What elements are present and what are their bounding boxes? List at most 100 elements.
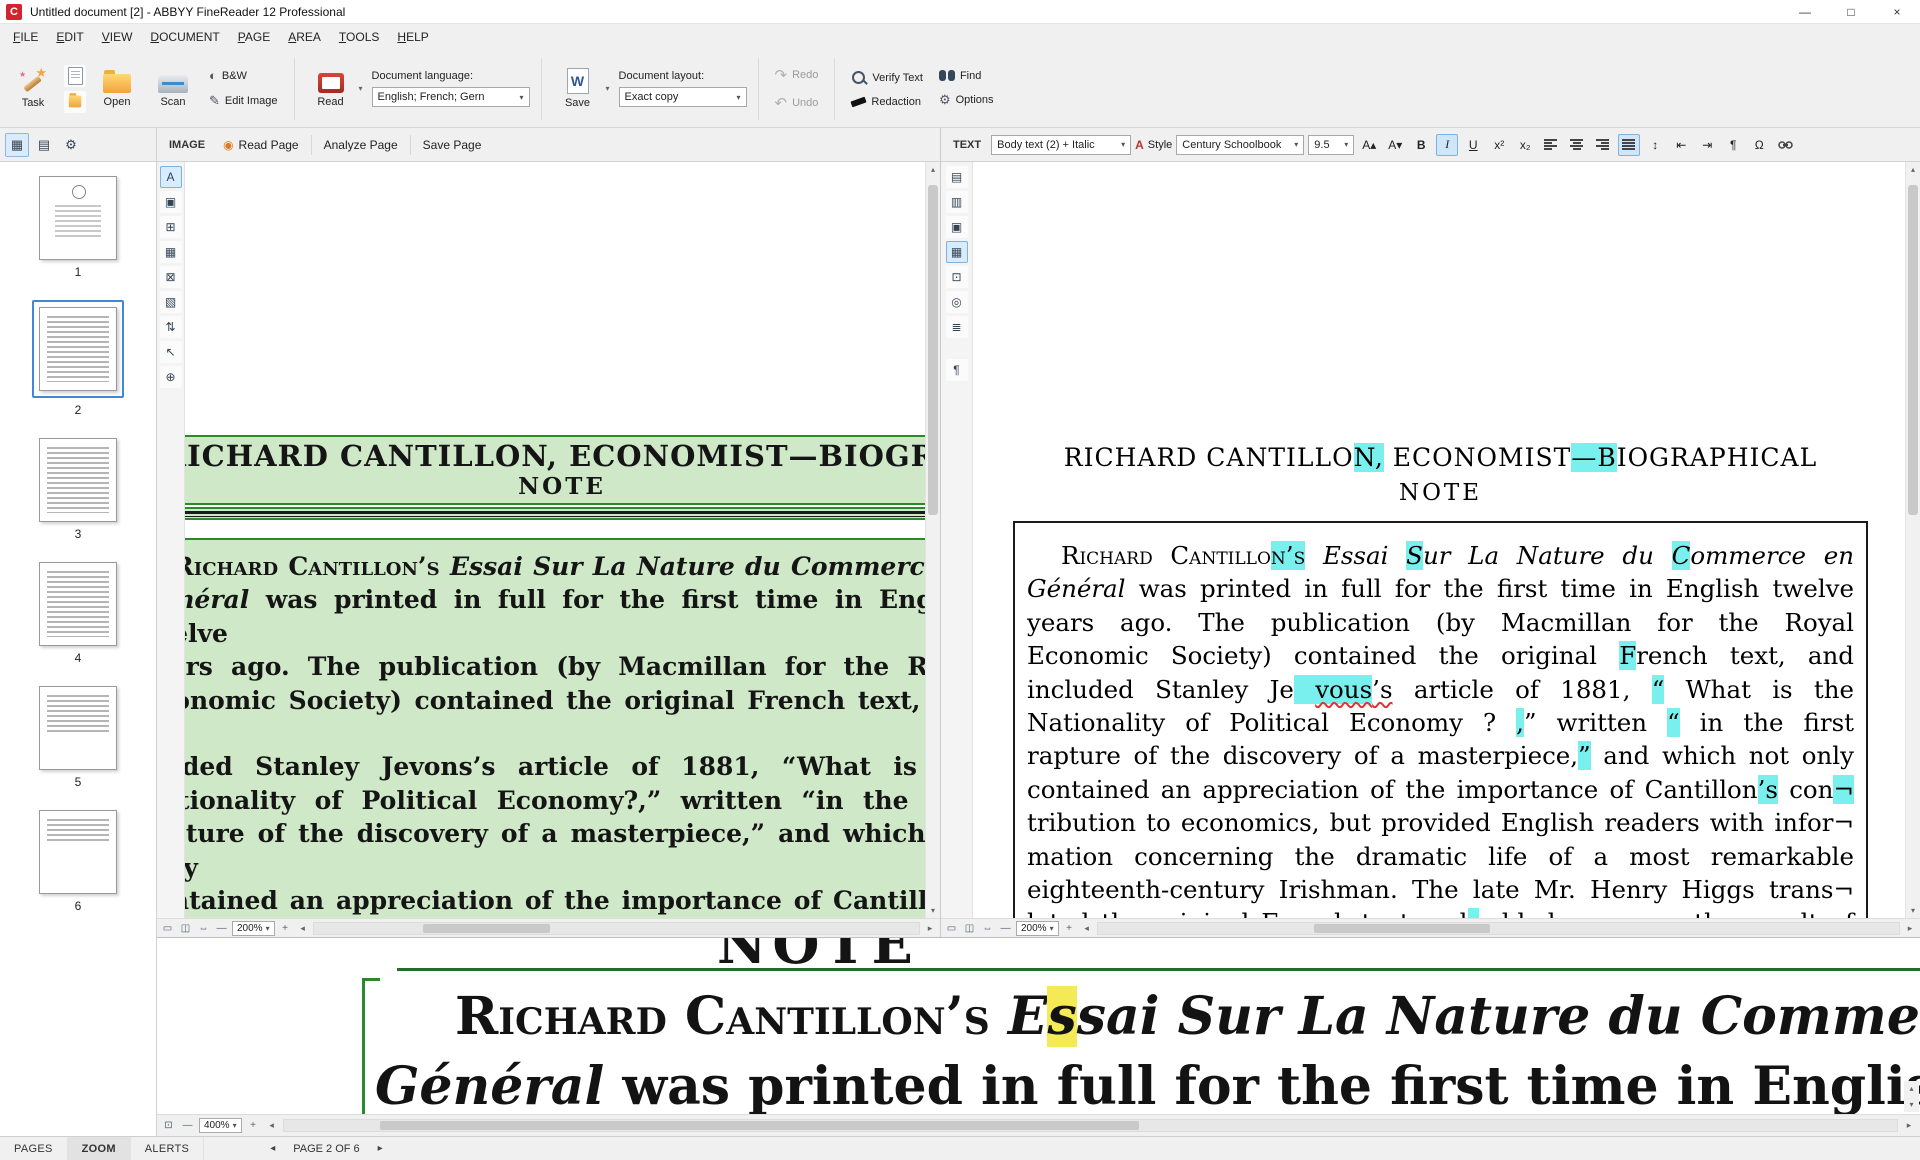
subscript-button[interactable]: x₂	[1514, 134, 1536, 156]
read-page-button[interactable]: ◉ Read Page	[215, 134, 307, 156]
line-spacing-button[interactable]: ↕	[1644, 134, 1666, 156]
zoom-in-button[interactable]: +	[1062, 923, 1077, 934]
decrease-font-button[interactable]: A▾	[1384, 134, 1406, 156]
scroll-right-icon[interactable]: ▸	[923, 923, 937, 934]
image-area-tool[interactable]: ▣	[160, 191, 182, 213]
ocr-paragraph-block[interactable]: Richard Cantillon’s Essai Sur La Nature …	[1013, 521, 1868, 918]
scroll-left-icon[interactable]: ◂	[1080, 923, 1094, 934]
rule-region[interactable]	[185, 507, 925, 520]
text-area-tool[interactable]: A	[160, 166, 182, 188]
zoom-level-select[interactable]: 400% ▾	[199, 1118, 242, 1133]
thumbnail-image[interactable]	[39, 176, 117, 260]
new-document-button[interactable]	[64, 65, 86, 87]
thumbnail-image[interactable]	[39, 307, 117, 391]
special-character-button[interactable]: Ω	[1748, 134, 1770, 156]
reorder-tool[interactable]: ⇅	[160, 316, 182, 338]
scroll-down-icon[interactable]: ▾	[926, 903, 941, 918]
redaction-button[interactable]: Redaction	[846, 93, 928, 111]
scanned-page-canvas[interactable]: RICHARD CANTILLON, ECONOMIST—BIOGRAPHICA…	[185, 162, 925, 918]
menu-page[interactable]: PAGE	[229, 26, 279, 48]
page-view-icon[interactable]: ▥	[946, 191, 968, 213]
previous-page-button[interactable]: ◂	[264, 1143, 281, 1154]
minimize-button[interactable]: —	[1782, 0, 1828, 24]
show-formatting-marks-icon[interactable]: ¶	[946, 359, 968, 381]
superscript-button[interactable]: x²	[1488, 134, 1510, 156]
horizontal-scroll-track[interactable]	[313, 922, 920, 935]
fit-width-icon[interactable]: ◫	[962, 923, 977, 934]
undo-button[interactable]: ↶ Undo	[770, 91, 824, 115]
thumbnail-view-button[interactable]: ▦	[5, 133, 29, 157]
delete-area-tool[interactable]: ⊠	[160, 266, 182, 288]
read-button[interactable]: Read	[306, 55, 356, 123]
scroll-up-icon[interactable]: ▴	[1904, 1081, 1919, 1096]
page-thumbnail-4[interactable]: 4	[39, 562, 117, 665]
thumbnail-image[interactable]	[39, 686, 117, 770]
page-settings-button[interactable]: ⚙	[59, 133, 83, 157]
bold-button[interactable]: B	[1410, 134, 1432, 156]
properties-list-icon[interactable]: ≣	[946, 316, 968, 338]
scroll-thumb[interactable]	[1314, 924, 1490, 933]
scroll-left-icon[interactable]: ◂	[296, 923, 310, 934]
verify-text-button[interactable]: Verify Text	[846, 67, 928, 89]
page-thumbnail-6[interactable]: 6	[39, 810, 117, 913]
page-thumbnail-2-selected[interactable]: 2	[32, 300, 124, 417]
font-name-select[interactable]: Century Schoolbook ▾	[1176, 135, 1304, 155]
align-right-button[interactable]	[1592, 134, 1614, 156]
alerts-tab[interactable]: ALERTS	[131, 1137, 204, 1160]
analyze-page-button[interactable]: Analyze Page	[316, 134, 406, 156]
edit-image-button[interactable]: ✎ Edit Image	[204, 90, 283, 112]
zoom-source-icon[interactable]: ⊡	[161, 1120, 176, 1131]
select-tool[interactable]: ↖	[160, 341, 182, 363]
increase-font-button[interactable]: A▴	[1358, 134, 1380, 156]
read-dropdown-arrow[interactable]: ▾	[356, 84, 366, 93]
image-zoom-select[interactable]: 200% ▾	[232, 921, 275, 936]
pan-tool[interactable]: ⊕	[160, 366, 182, 388]
one-to-one-icon[interactable]: ⇔	[980, 923, 995, 934]
detail-view-button[interactable]: ▤	[32, 133, 56, 157]
fit-page-icon[interactable]: ▭	[160, 923, 175, 934]
scroll-left-icon[interactable]: ◂	[265, 1120, 279, 1131]
page-thumbnail-5[interactable]: 5	[39, 686, 117, 789]
crop-tool[interactable]: ▧	[160, 291, 182, 313]
page-thumbnail-3[interactable]: 3	[39, 438, 117, 541]
fit-page-icon[interactable]: ▭	[944, 923, 959, 934]
pages-tab[interactable]: PAGES	[0, 1137, 68, 1160]
align-justify-button[interactable]	[1618, 134, 1640, 156]
zoom-out-button[interactable]: —	[180, 1120, 195, 1131]
font-size-select[interactable]: 9.5 ▾	[1308, 135, 1354, 155]
zoom-tab[interactable]: ZOOM	[68, 1137, 131, 1160]
options-button[interactable]: ⚙ Options	[934, 89, 999, 111]
hyperlink-button[interactable]	[1774, 134, 1796, 156]
next-page-button[interactable]: ▸	[372, 1143, 389, 1154]
thumbnail-image[interactable]	[39, 562, 117, 646]
page-thumbnail-1[interactable]: 1	[39, 176, 117, 279]
horizontal-scroll-track[interactable]	[283, 1119, 1898, 1132]
menu-help[interactable]: HELP	[388, 26, 437, 48]
decrease-indent-button[interactable]: ⇤	[1670, 134, 1692, 156]
scroll-thumb[interactable]	[380, 1121, 1138, 1130]
save-button[interactable]: W Save	[553, 55, 603, 123]
scroll-track[interactable]	[926, 177, 940, 903]
document-layout-select[interactable]: Exact copy ▾	[619, 87, 747, 107]
scan-button[interactable]: Scan	[148, 55, 198, 123]
table-area-tool[interactable]: ⊞	[160, 216, 182, 238]
save-dropdown-arrow[interactable]: ▾	[603, 84, 613, 93]
increase-indent-button[interactable]: ⇥	[1696, 134, 1718, 156]
redo-button[interactable]: ↷ Redo	[770, 63, 824, 87]
align-left-button[interactable]	[1540, 134, 1562, 156]
menu-file[interactable]: FILE	[4, 26, 47, 48]
text-properties-icon[interactable]: ▤	[946, 166, 968, 188]
menu-edit[interactable]: EDIT	[47, 26, 92, 48]
bw-button[interactable]: ◐ B&W	[204, 65, 283, 86]
zoom-out-button[interactable]: —	[998, 923, 1013, 934]
image-vertical-scrollbar[interactable]: ▴ ▾	[925, 162, 940, 918]
horizontal-scroll-track[interactable]	[1097, 922, 1900, 935]
zoom-window-icon[interactable]: ⊡	[946, 266, 968, 288]
save-page-button[interactable]: Save Page	[415, 134, 490, 156]
scroll-right-icon[interactable]: ▸	[1903, 923, 1917, 934]
zoom-out-button[interactable]: —	[214, 923, 229, 934]
menu-area[interactable]: AREA	[279, 26, 330, 48]
open-button[interactable]: Open	[92, 55, 142, 123]
menu-view[interactable]: VIEW	[93, 26, 142, 48]
zoom-in-button[interactable]: +	[246, 1120, 261, 1131]
